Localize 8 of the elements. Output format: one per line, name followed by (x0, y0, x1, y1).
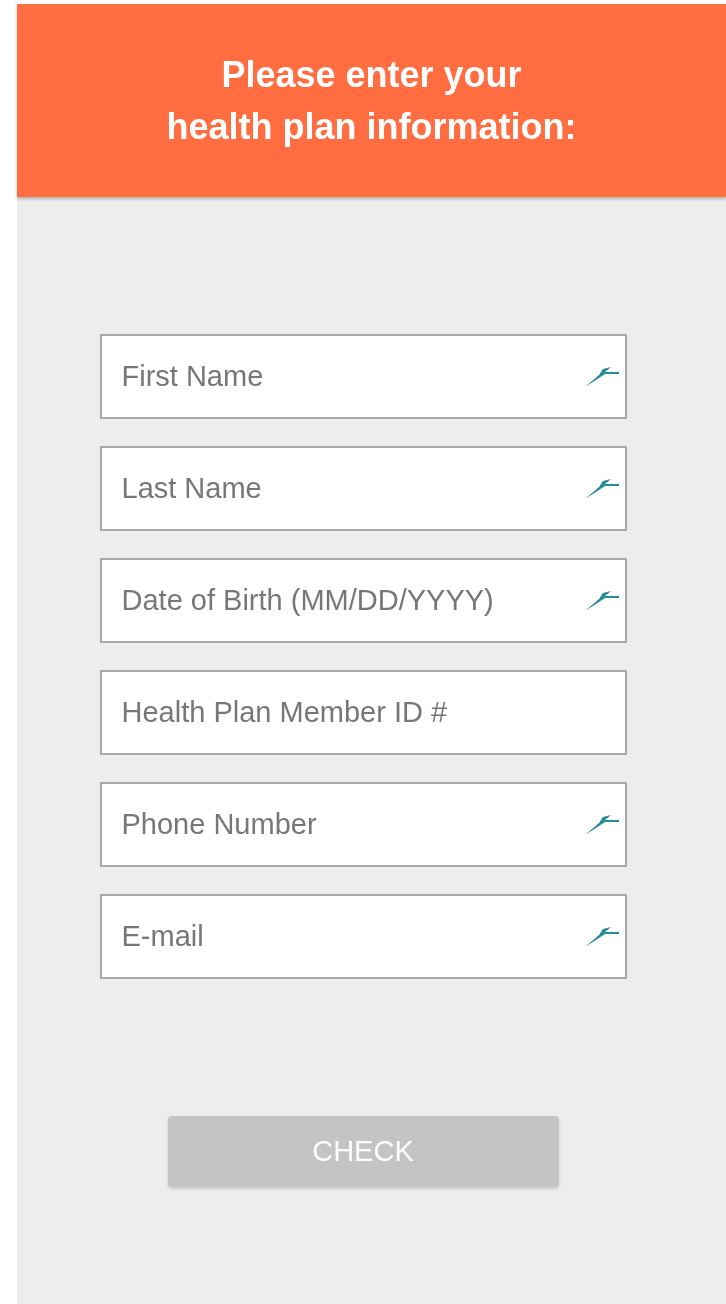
input-field[interactable]: E-mail (99, 894, 627, 979)
input-field[interactable]: Health Plan Member ID # (99, 670, 627, 755)
header-title: Please enter your (221, 52, 522, 97)
input-field[interactable]: Phone Number (99, 782, 627, 867)
input-field[interactable]: Date of Birth (MM/DD/YYYY) (99, 558, 627, 643)
input-field[interactable]: First Name (99, 334, 627, 419)
header-title: health plan information: (166, 104, 577, 149)
input-field[interactable]: Last Name (99, 446, 627, 531)
